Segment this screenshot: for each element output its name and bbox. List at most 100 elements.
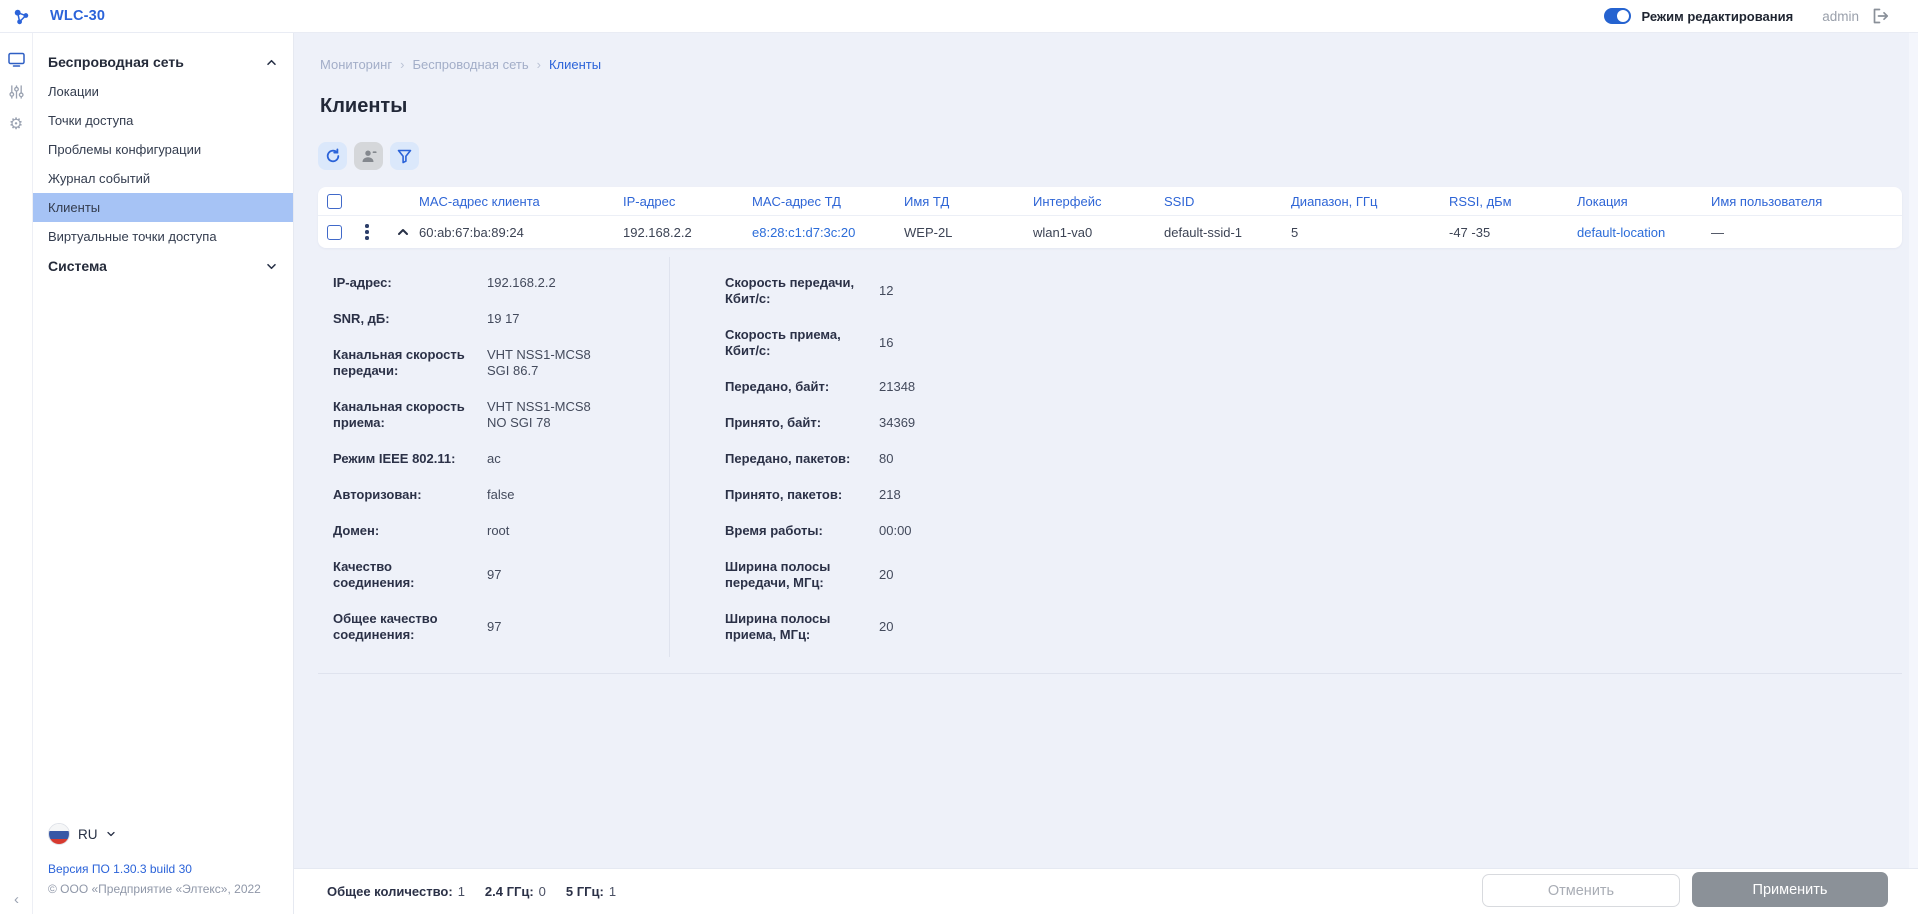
scrollbar[interactable] [1909,33,1918,868]
row-checkbox[interactable] [327,225,342,240]
detail-row: SNR, дБ:19 17 [333,311,655,327]
breadcrumb: Мониторинг › Беспроводная сеть › Клиенты [320,57,601,72]
breadcrumb-wireless[interactable]: Беспроводная сеть [412,57,528,72]
top-bar: WLC-30 Режим редактирования admin [0,0,1918,33]
edit-mode-toggle[interactable] [1604,8,1631,24]
filter-funnel-icon [397,149,412,164]
app-title: WLC-30 [50,8,105,24]
gear-icon[interactable]: ⚙ [6,115,26,135]
column-header-ap-mac[interactable]: MAC-адрес ТД [752,194,904,209]
detail-row: IP-адрес:192.168.2.2 [333,275,655,291]
detail-row: Общее качество соединения:97 [333,611,655,643]
details-vertical-divider [669,257,670,657]
disconnect-client-button[interactable] [354,142,383,170]
table-row: 60:ab:67:ba:89:24 192.168.2.2 e8:28:c1:d… [318,216,1902,248]
footer-bar: Общее количество:1 2.4 ГГц:0 5 ГГц:1 Отм… [294,868,1918,914]
column-header-band[interactable]: Диапазон, ГГц [1291,194,1449,209]
russian-flag-icon [48,823,70,845]
chevron-down-icon [106,831,116,837]
column-header-ssid[interactable]: SSID [1164,194,1291,209]
cell-band: 5 [1291,225,1449,240]
collapse-row-chevron-up-icon[interactable] [397,228,409,236]
sidebar-item-virtual-aps[interactable]: Виртуальные точки доступа [33,222,293,251]
detail-row: Ширина полосы приема, МГц:20 [725,611,1285,643]
detail-row: Время работы:00:00 [725,523,1285,539]
detail-row: Принято, пакетов:218 [725,487,1285,503]
cell-location-link[interactable]: default-location [1577,225,1711,240]
column-header-interface[interactable]: Интерфейс [1033,194,1164,209]
row-menu-icon[interactable] [365,224,369,240]
details-right-column: Скорость передачи, Кбит/с:12 Скорость пр… [725,275,1285,663]
cancel-button[interactable]: Отменить [1482,874,1680,907]
sidebar-section-wireless[interactable]: Беспроводная сеть [33,47,293,77]
chevron-down-icon [266,263,277,270]
language-code: RU [78,827,98,842]
refresh-icon [325,148,341,164]
settings-sliders-icon[interactable] [6,82,26,102]
detail-row: Передано, пакетов:80 [725,451,1285,467]
cell-interface: wlan1-va0 [1033,225,1164,240]
details-bottom-divider [318,673,1902,674]
column-header-ap-name[interactable]: Имя ТД [904,194,1033,209]
detail-row: Канальная скорость передачи:VHT NSS1-MCS… [333,347,655,379]
sidebar-item-event-log[interactable]: Журнал событий [33,164,293,193]
detail-row: Домен:root [333,523,655,539]
client-details-panel: IP-адрес:192.168.2.2 SNR, дБ:19 17 Канал… [318,251,1902,673]
cell-ap-mac-link[interactable]: e8:28:c1:d7:3c:20 [752,225,904,240]
copyright-text: © ООО «Предприятие «Элтекс», 2022 [48,882,261,896]
language-selector[interactable]: RU [48,823,116,845]
app-brand[interactable]: WLC-30 [0,7,105,26]
breadcrumb-separator: › [537,57,541,72]
monitoring-icon[interactable] [6,49,26,69]
sidebar-section-system[interactable]: Система [33,251,293,281]
stat-2ghz: 2.4 ГГц:0 [485,884,546,899]
column-header-user-name[interactable]: Имя пользователя [1711,194,1902,209]
icon-rail: ⚙ ‹ [0,33,33,914]
username: admin [1822,9,1859,24]
refresh-button[interactable] [318,142,347,170]
edit-mode-label: Режим редактирования [1641,9,1793,24]
detail-row: Скорость приема, Кбит/с:16 [725,327,1285,359]
sidebar-item-clients[interactable]: Клиенты [33,193,293,222]
cell-user-name: — [1711,225,1902,240]
summary-stats: Общее количество:1 2.4 ГГц:0 5 ГГц:1 [327,869,616,914]
cell-client-mac: 60:ab:67:ba:89:24 [419,225,623,240]
apply-button[interactable]: Применить [1692,872,1888,907]
column-header-ip[interactable]: IP-адрес [623,194,752,209]
section-label: Беспроводная сеть [48,54,184,70]
details-left-column: IP-адрес:192.168.2.2 SNR, дБ:19 17 Канал… [333,275,655,663]
page-title: Клиенты [320,95,407,118]
stat-total: Общее количество:1 [327,884,465,899]
section-label: Система [48,258,107,274]
sidebar-item-access-points[interactable]: Точки доступа [33,106,293,135]
column-header-location[interactable]: Локация [1577,194,1711,209]
detail-row: Авторизован:false [333,487,655,503]
breadcrumb-clients[interactable]: Клиенты [549,57,601,72]
cell-ip: 192.168.2.2 [623,225,752,240]
sidebar-item-locations[interactable]: Локации [33,77,293,106]
firmware-version-link[interactable]: Версия ПО 1.30.3 build 30 [48,862,192,876]
cell-ssid: default-ssid-1 [1164,225,1291,240]
filter-button[interactable] [390,142,419,170]
toolbar [318,142,419,170]
app-logo-icon [12,7,31,26]
detail-row: Режим IEEE 802.11:ac [333,451,655,467]
stat-5ghz: 5 ГГц:1 [566,884,616,899]
detail-row: Принято, байт:34369 [725,415,1285,431]
sidebar-item-config-problems[interactable]: Проблемы конфигурации [33,135,293,164]
detail-row: Передано, байт:21348 [725,379,1285,395]
chevron-up-icon [266,59,277,66]
breadcrumb-separator: › [400,57,404,72]
toggle-knob [1617,10,1629,22]
cell-ap-name: WEP-2L [904,225,1033,240]
column-header-rssi[interactable]: RSSI, дБм [1449,194,1577,209]
logout-icon[interactable] [1871,7,1890,25]
breadcrumb-monitoring[interactable]: Мониторинг [320,57,392,72]
collapse-sidebar-icon[interactable]: ‹ [0,891,33,908]
clients-table: MAC-адрес клиента IP-адрес MAC-адрес ТД … [318,187,1902,248]
table-header-row: MAC-адрес клиента IP-адрес MAC-адрес ТД … [318,187,1902,216]
detail-row: Ширина полосы передачи, МГц:20 [725,559,1285,591]
column-header-client-mac[interactable]: MAC-адрес клиента [419,194,623,209]
sidebar: Беспроводная сеть Локации Точки доступа … [33,33,294,914]
select-all-checkbox[interactable] [327,194,342,209]
